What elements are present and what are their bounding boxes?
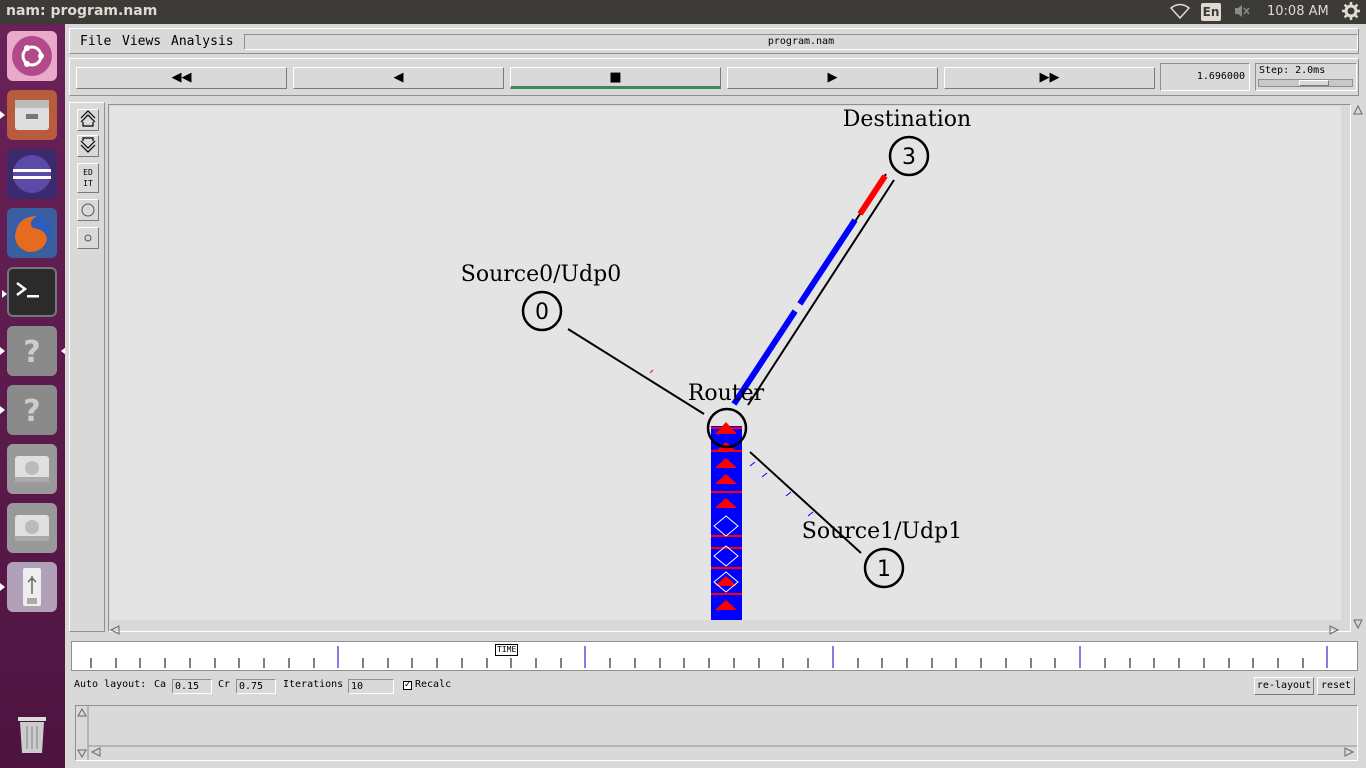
files-icon[interactable]: [0, 90, 57, 140]
zoom-in-icon[interactable]: [77, 109, 99, 131]
clock[interactable]: 10:08 AM: [1267, 4, 1329, 19]
drive-icon[interactable]: [7, 444, 57, 494]
stop-button[interactable]: ■: [510, 67, 721, 89]
edit-button[interactable]: ED IT: [77, 163, 99, 193]
step-control: Step: 2.0ms: [1255, 63, 1357, 91]
node-1-label: Source1/Udp1: [802, 519, 962, 544]
trash-icon[interactable]: [7, 709, 57, 759]
node-0: 0 Source0/Udp0: [461, 262, 621, 332]
packet-stray-blue: [761, 472, 768, 478]
reset-button[interactable]: reset: [1317, 677, 1355, 695]
eclipse-icon[interactable]: [7, 149, 57, 199]
time-slider[interactable]: TIME: [71, 641, 1358, 671]
edit-label-top: ED: [83, 168, 93, 177]
node-0-label: Source0/Udp0: [461, 262, 621, 287]
question-glyph: ?: [23, 394, 40, 429]
volume-muted-icon[interactable]: [1233, 3, 1251, 23]
cr-input[interactable]: 0.75: [236, 679, 276, 694]
unknown-app-icon[interactable]: ?: [0, 385, 57, 435]
menu-views[interactable]: Views: [122, 34, 161, 49]
terminal-icon[interactable]: [2, 267, 57, 317]
trace-filename: program.nam: [244, 34, 1358, 50]
node-1-id: 1: [877, 557, 891, 582]
packet-flow-blue: [731, 218, 858, 406]
play-button[interactable]: ▶: [727, 67, 938, 89]
auto-layout-label: Auto layout:: [74, 679, 147, 690]
firefox-icon[interactable]: [7, 208, 57, 258]
canvas-vertical-scrollbar[interactable]: [1353, 104, 1363, 632]
packet-flow-red: [857, 174, 888, 216]
iterations-label: Iterations: [283, 679, 344, 690]
drop-queue: [711, 422, 742, 620]
window-title: nam: program.nam: [6, 3, 158, 19]
canvas-horizontal-scrollbar[interactable]: [109, 620, 1340, 635]
usb-icon[interactable]: [0, 562, 57, 612]
network-canvas-frame: 0 Source0/Udp0 1 Source1/Udp1 3 Destinat…: [108, 104, 1351, 632]
edit-label-bottom: IT: [83, 179, 93, 188]
iterations-input[interactable]: 10: [348, 679, 394, 694]
step-slider-thumb[interactable]: [1299, 80, 1329, 86]
menu-analysis[interactable]: Analysis: [171, 34, 234, 49]
ubuntu-dash-icon[interactable]: [7, 31, 57, 81]
node-0-id: 0: [535, 300, 549, 325]
current-time-display: 1.696000: [1160, 63, 1250, 91]
router-label: Router: [688, 381, 765, 406]
playback-toolbar: ◀◀ ◀ ■ ▶ ▶▶ 1.696000 Step: 2.0ms: [69, 58, 1359, 96]
packet-gap: [792, 301, 803, 314]
recalc-checkbox[interactable]: ✓: [403, 681, 412, 690]
packet-stray-blue: [807, 511, 814, 517]
step-label: Step: 2.0ms: [1259, 65, 1326, 76]
launcher: ? ?: [0, 24, 66, 768]
step-slider[interactable]: [1258, 79, 1353, 87]
editor-tools: ED IT: [69, 102, 105, 632]
packet-stray-blue: [785, 491, 792, 497]
drive-icon[interactable]: [7, 503, 57, 553]
packet-stray-blue: [749, 461, 756, 467]
link-router-3-b: [747, 179, 895, 406]
question-glyph: ?: [23, 335, 40, 370]
link-0-router: [567, 328, 705, 415]
time-marker[interactable]: TIME: [495, 644, 519, 656]
ca-input[interactable]: 0.15: [172, 679, 212, 694]
unknown-app-icon[interactable]: ?: [0, 326, 66, 376]
recalc-label: Recalc: [415, 679, 452, 690]
menu-bar: File Views Analysis program.nam: [69, 28, 1359, 54]
menu-file[interactable]: File: [80, 34, 111, 49]
nam-window: File Views Analysis program.nam ◀◀ ◀ ■ ▶…: [65, 24, 1366, 768]
fast-forward-button[interactable]: ▶▶: [944, 67, 1155, 89]
network-canvas[interactable]: 0 Source0/Udp0 1 Source1/Udp1 3 Destinat…: [110, 106, 1341, 620]
relayout-button[interactable]: re-layout: [1254, 677, 1314, 695]
cr-label: Cr: [218, 679, 231, 690]
wifi-icon[interactable]: [1169, 3, 1191, 23]
node-1: 1 Source1/Udp1: [802, 519, 962, 589]
small-node-icon[interactable]: [77, 227, 99, 249]
node-circle-icon[interactable]: [77, 199, 99, 221]
packet-stray-red: [649, 369, 654, 374]
settings-gear-icon[interactable]: [1341, 1, 1361, 26]
zoom-out-icon[interactable]: [77, 135, 99, 157]
annotation-pane[interactable]: [75, 705, 1358, 761]
top-panel: nam: program.nam En 10:08 AM: [0, 0, 1366, 24]
node-3-label: Destination: [843, 107, 971, 132]
ca-label: Ca: [154, 679, 167, 690]
rewind-button[interactable]: ◀◀: [76, 67, 287, 89]
node-3-id: 3: [902, 145, 916, 170]
node-3: 3 Destination: [843, 107, 971, 177]
keyboard-layout-indicator[interactable]: En: [1201, 3, 1221, 21]
step-back-button[interactable]: ◀: [293, 67, 504, 89]
